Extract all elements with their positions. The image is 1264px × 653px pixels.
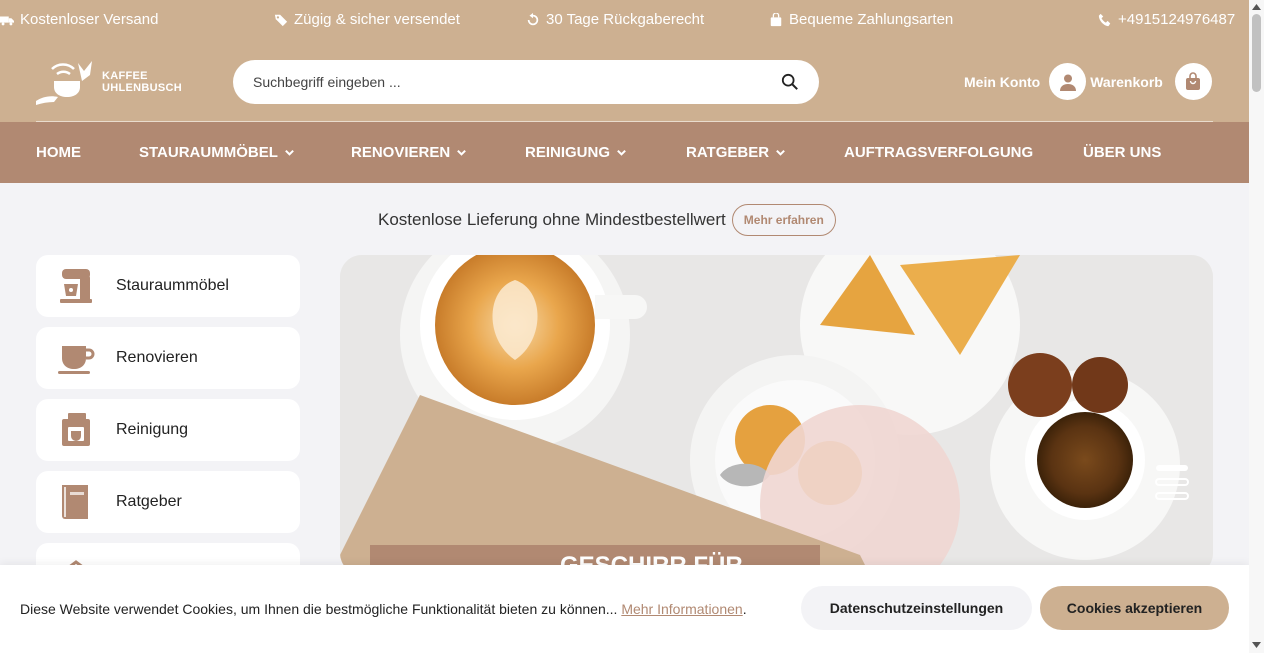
info-fast: Zügig & sicher versendet <box>274 11 460 28</box>
cookie-banner: Diese Website verwendet Cookies, um Ihne… <box>0 565 1249 653</box>
category-item-stauraummoebel[interactable]: Stauraummöbel <box>36 255 300 317</box>
account-button[interactable] <box>1049 63 1087 100</box>
scroll-down-arrow-icon[interactable] <box>1252 642 1261 648</box>
info-shipping: Kostenloser Versand <box>0 11 158 28</box>
scrollbar-thumb[interactable] <box>1252 14 1261 92</box>
nav-item-label: STAURAUMMÖBEL <box>139 144 278 161</box>
logo-line-1: KAFFEE <box>102 70 148 82</box>
nav-item-reinigung[interactable]: REINIGUNG <box>525 144 627 161</box>
promo-text: Kostenlose Lieferung ohne Mindestbestell… <box>378 210 726 229</box>
nav-item-ueber-uns[interactable]: ÜBER UNS <box>1083 144 1161 161</box>
chevron-down-icon <box>457 149 467 156</box>
category-label: Reinigung <box>116 421 189 438</box>
category-item-ratgeber[interactable]: Ratgeber <box>36 471 300 533</box>
undo-icon <box>527 12 539 25</box>
category-label: Ratgeber <box>116 493 182 510</box>
category-label: Stauraummöbel <box>116 277 229 294</box>
nav-item-home[interactable]: HOME <box>36 144 81 161</box>
info-payment-label: Bequeme Zahlungsarten <box>789 11 954 28</box>
account-label[interactable]: Mein Konto <box>964 74 1040 90</box>
category-item-renovieren[interactable]: Renovieren <box>36 327 300 389</box>
book-icon <box>62 485 88 519</box>
nav-item-auftragsverfolgung[interactable]: AUFTRAGSVERFOLGUNG <box>844 144 1033 161</box>
cart-label[interactable]: Warenkorb <box>1090 74 1163 90</box>
hero-banner[interactable]: GESCHIRR FÜR <box>340 255 1213 575</box>
info-phone-label: +4915124976487 <box>1118 11 1236 28</box>
chevron-down-icon <box>617 149 626 156</box>
logo-text: KAFFEE UHLENBUSCH <box>102 70 182 94</box>
nav-item-label: AUFTRAGSVERFOLGUNG <box>844 144 1034 161</box>
info-bar: Kostenloser Versand Zügig & sicher verse… <box>0 0 1249 40</box>
hero-image: GESCHIRR FÜR <box>340 255 1213 575</box>
tag-icon <box>274 14 288 26</box>
nav-item-stauraummoebel[interactable]: STAURAUMMÖBEL <box>139 144 295 161</box>
coffee-machine-icon <box>62 413 90 446</box>
mixer-icon <box>60 269 92 303</box>
shopping-bag-icon <box>1186 71 1201 90</box>
info-shipping-label: Kostenloser Versand <box>20 11 159 28</box>
category-label: Renovieren <box>116 349 198 366</box>
scrollbar[interactable] <box>1249 0 1264 653</box>
nav-item-ratgeber[interactable]: RATGEBER <box>686 144 786 161</box>
header-actions: Mein Konto Warenkorb <box>964 63 1212 100</box>
truck-icon <box>0 16 14 25</box>
shopping-bag-icon <box>770 12 782 26</box>
search-input[interactable] <box>253 74 781 90</box>
logo-icon <box>36 61 92 105</box>
nav-item-label: RENOVIEREN <box>351 144 451 161</box>
chevron-down-icon <box>776 149 785 156</box>
scroll-up-arrow-icon[interactable] <box>1252 4 1261 10</box>
nav-item-label: ÜBER UNS <box>1083 144 1162 161</box>
cart-button[interactable] <box>1174 63 1212 100</box>
privacy-settings-button[interactable]: Datenschutzeinstellungen <box>801 586 1032 630</box>
cup-icon <box>58 346 95 374</box>
cookie-message: Diese Website verwendet Cookies, um Ihne… <box>20 601 618 617</box>
search-bar <box>233 60 819 104</box>
accept-cookies-button[interactable]: Cookies akzeptieren <box>1040 586 1229 630</box>
nav-item-renovieren[interactable]: RENOVIEREN <box>351 144 467 161</box>
nav-item-label: HOME <box>36 144 81 161</box>
cookie-text: Diese Website verwendet Cookies, um Ihne… <box>20 601 747 617</box>
category-item-reinigung[interactable]: Reinigung <box>36 399 300 461</box>
promo-banner: Kostenlose Lieferung ohne Mindestbestell… <box>378 204 836 236</box>
info-returns: 30 Tage Rückgaberecht <box>526 11 704 28</box>
promo-more-button[interactable]: Mehr erfahren <box>731 204 836 236</box>
info-payment: Bequeme Zahlungsarten <box>769 11 953 28</box>
logo-line-2: UHLENBUSCH <box>102 82 182 94</box>
nav-item-label: RATGEBER <box>686 144 770 161</box>
info-phone[interactable]: +4915124976487 <box>1098 11 1235 28</box>
chevron-down-icon <box>284 149 294 156</box>
nav-item-label: REINIGUNG <box>525 144 611 161</box>
search-icon[interactable] <box>781 73 799 91</box>
main-nav: HOME STAURAUMMÖBEL RENOVIEREN REINIGUNG … <box>0 122 1249 183</box>
phone-icon <box>1098 13 1111 26</box>
cookie-more-info-link[interactable]: Mehr Informationen <box>621 601 742 617</box>
logo[interactable]: KAFFEE UHLENBUSCH <box>34 57 182 107</box>
info-returns-label: 30 Tage Rückgaberecht <box>546 11 705 28</box>
info-fast-label: Zügig & sicher versendet <box>294 11 460 28</box>
user-icon <box>1059 74 1076 91</box>
